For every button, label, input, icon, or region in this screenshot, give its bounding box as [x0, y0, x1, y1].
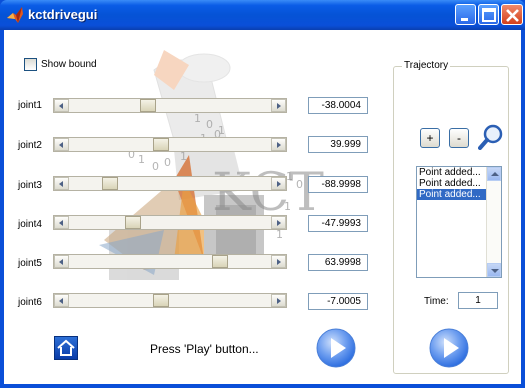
slider-left-arrow[interactable] [54, 216, 69, 229]
status-text: Press 'Play' button... [150, 342, 259, 356]
scroll-up-arrow[interactable] [487, 167, 501, 181]
svg-text:1: 1 [138, 153, 145, 166]
list-item[interactable]: Point added... [417, 178, 487, 189]
show-bound-label: Show bound [41, 59, 97, 70]
maximize-button[interactable] [478, 4, 499, 25]
scroll-down-arrow[interactable] [487, 263, 501, 277]
joint3-value-field[interactable]: -88.9998 [308, 176, 368, 193]
joint3-slider[interactable] [53, 176, 287, 191]
joint4-label: joint4 [18, 219, 42, 230]
matlab-icon [7, 7, 23, 23]
slider-left-arrow[interactable] [54, 138, 69, 151]
app-window: kctdrivegui 1 0 1 0 0 1 0 0 1 1 0 1 1 KC… [0, 0, 525, 388]
joint1-slider[interactable] [53, 98, 287, 113]
slider-left-arrow[interactable] [54, 255, 69, 268]
title-bar[interactable]: kctdrivegui [0, 0, 525, 30]
close-button[interactable] [501, 4, 523, 25]
slider-left-arrow[interactable] [54, 294, 69, 307]
add-point-button[interactable]: + [420, 128, 440, 148]
list-item-selected[interactable]: Point added... [417, 189, 487, 200]
maximize-icon [482, 8, 496, 22]
minimize-button[interactable] [455, 4, 476, 25]
slider-thumb[interactable] [102, 177, 119, 190]
slider-right-arrow[interactable] [271, 99, 286, 112]
list-item[interactable]: Point added... [417, 167, 487, 178]
joint1-label: joint1 [18, 100, 42, 111]
window-title: kctdrivegui [28, 7, 98, 22]
svg-text:1: 1 [194, 112, 201, 125]
slider-right-arrow[interactable] [271, 177, 286, 190]
checkbox-box[interactable] [24, 58, 37, 71]
joint6-value-field[interactable]: -7.0005 [308, 293, 368, 310]
close-icon [506, 9, 519, 22]
svg-text:0: 0 [206, 118, 213, 131]
joint5-slider[interactable] [53, 254, 287, 269]
joint2-value-field[interactable]: 39.999 [308, 136, 368, 153]
slider-thumb[interactable] [152, 294, 169, 307]
home-icon [57, 339, 75, 356]
joint1-value-field[interactable]: -38.0004 [308, 97, 368, 114]
joint6-slider[interactable] [53, 293, 287, 308]
time-label: Time: [424, 296, 449, 307]
kct-logo: KCT [212, 163, 324, 223]
show-bound-checkbox[interactable]: Show bound [24, 58, 97, 71]
slider-thumb[interactable] [124, 216, 141, 229]
joint5-label: joint5 [18, 258, 42, 269]
slider-thumb[interactable] [152, 138, 169, 151]
trajectory-play-button[interactable] [429, 328, 469, 368]
slider-right-arrow[interactable] [271, 255, 286, 268]
home-button[interactable] [54, 336, 78, 360]
remove-point-button[interactable]: - [449, 128, 469, 148]
slider-right-arrow[interactable] [271, 216, 286, 229]
slider-thumb[interactable] [139, 99, 156, 112]
list-scrollbar[interactable] [486, 167, 501, 277]
joint5-value-field[interactable]: 63.9998 [308, 254, 368, 271]
svg-text:0: 0 [152, 160, 159, 173]
time-field[interactable]: 1 [458, 292, 498, 309]
slider-left-arrow[interactable] [54, 177, 69, 190]
joint4-value-field[interactable]: -47.9993 [308, 215, 368, 232]
trajectory-title: Trajectory [402, 60, 451, 71]
slider-thumb[interactable] [212, 255, 229, 268]
zoom-button[interactable] [478, 124, 504, 150]
slider-right-arrow[interactable] [271, 294, 286, 307]
joint4-slider[interactable] [53, 215, 287, 230]
svg-text:0: 0 [164, 156, 171, 169]
slider-right-arrow[interactable] [271, 138, 286, 151]
joint6-label: joint6 [18, 297, 42, 308]
joint3-label: joint3 [18, 180, 42, 191]
joint2-label: joint2 [18, 140, 42, 151]
joint2-slider[interactable] [53, 137, 287, 152]
client-area: 101 10 010 01 10 11 KCT Show bound joint… [4, 30, 521, 384]
play-button[interactable] [316, 328, 356, 368]
slider-left-arrow[interactable] [54, 99, 69, 112]
minimize-icon [461, 18, 468, 21]
trajectory-point-list[interactable]: Point added... Point added... Point adde… [416, 166, 502, 278]
